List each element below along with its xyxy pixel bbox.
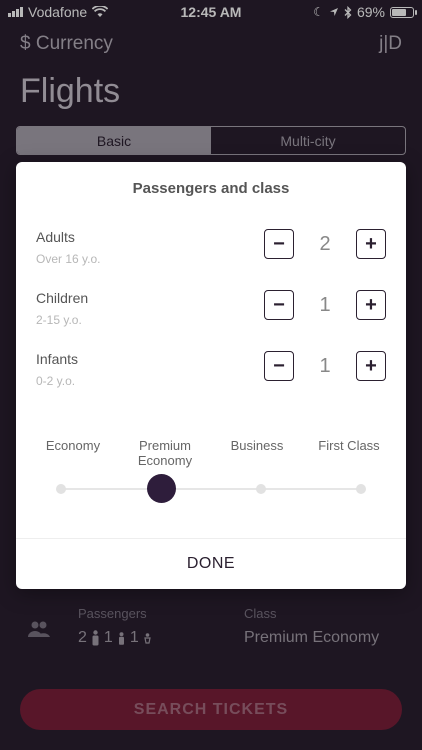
clock: 12:45 AM <box>180 4 242 20</box>
tab-multi-city[interactable]: Multi-city <box>211 127 405 154</box>
adults-increment-button[interactable]: + <box>356 229 386 259</box>
children-row: Children 2-15 y.o. − 1 + <box>36 290 386 330</box>
children-decrement-button[interactable]: − <box>264 290 294 320</box>
class-option-economy[interactable]: Economy <box>28 438 118 472</box>
class-options: Economy Premium Economy Business First C… <box>28 438 394 472</box>
infants-increment-button[interactable]: + <box>356 351 386 381</box>
infants-decrement-button[interactable]: − <box>264 351 294 381</box>
class-slider-track[interactable] <box>60 488 362 490</box>
child-icon <box>118 631 124 645</box>
infants-stepper: − 1 + <box>264 351 386 381</box>
adults-count: 2 <box>78 629 87 646</box>
bluetooth-icon <box>344 5 352 19</box>
search-summary[interactable]: Passengers 2 1 1 Class Premium Economy <box>20 598 402 658</box>
location-icon <box>329 8 338 16</box>
adults-decrement-button[interactable]: − <box>264 229 294 259</box>
children-stepper: − 1 + <box>264 290 386 320</box>
passengers-summary: 2 1 1 <box>78 629 152 647</box>
class-option-first-class[interactable]: First Class <box>304 438 394 472</box>
carrier-name: Vodafone <box>28 4 88 20</box>
search-tickets-button[interactable]: SEARCH TICKETS <box>20 689 402 730</box>
modal-title: Passengers and class <box>132 180 290 197</box>
class-label: Class <box>244 606 277 621</box>
class-option-business[interactable]: Business <box>212 438 302 472</box>
battery-icon <box>390 6 417 18</box>
adult-icon <box>92 630 99 646</box>
class-slider-knob[interactable] <box>146 474 176 503</box>
class-summary: Premium Economy <box>244 629 380 646</box>
class-slider-stop[interactable] <box>56 484 66 494</box>
currency-button[interactable]: $ Currency <box>20 33 113 55</box>
wifi-icon <box>92 6 109 17</box>
passengers-icon <box>28 621 50 637</box>
children-count: 1 <box>103 629 113 646</box>
infants-value: 1 <box>319 354 331 377</box>
signal-icon <box>8 7 23 17</box>
app-logo: j|D <box>379 33 402 54</box>
adults-value: 2 <box>319 232 331 255</box>
adults-stepper: − 2 + <box>264 229 386 259</box>
done-button[interactable]: DONE <box>16 539 406 589</box>
trip-type-segmented-control: Basic Multi-city <box>16 126 406 155</box>
adults-row: Adults Over 16 y.o. − 2 + <box>36 229 386 269</box>
battery-percent: 69% <box>356 4 385 20</box>
status-bar: Vodafone 12:45 AM ☾ 69% <box>0 0 422 24</box>
infants-count: 1 <box>129 629 139 646</box>
infant-icon <box>143 632 151 644</box>
children-value: 1 <box>319 293 331 316</box>
passengers-class-modal: Passengers and class Adults Over 16 y.o.… <box>16 162 406 589</box>
class-option-premium-economy[interactable]: Premium Economy <box>120 438 210 472</box>
class-slider-stop[interactable] <box>256 484 266 494</box>
moon-icon: ☾ <box>313 5 324 19</box>
page-title: Flights <box>20 72 121 110</box>
infants-row: Infants 0-2 y.o. − 1 + <box>36 351 386 391</box>
class-slider-stop[interactable] <box>356 484 366 494</box>
tab-basic[interactable]: Basic <box>17 127 211 154</box>
passengers-label: Passengers <box>78 606 147 621</box>
children-increment-button[interactable]: + <box>356 290 386 320</box>
